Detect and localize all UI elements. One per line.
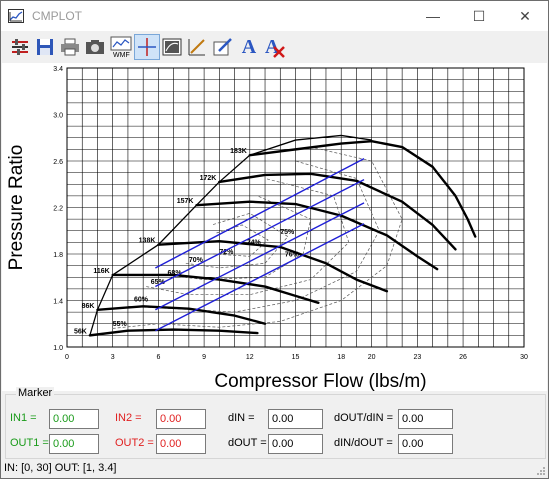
maximize-button[interactable]: ☐ (456, 1, 502, 31)
speed-line (248, 140, 477, 238)
dout-din-field[interactable] (398, 409, 453, 429)
line-draw-icon (188, 39, 205, 56)
save-icon (37, 39, 53, 55)
y-tick-label: 3.0 (53, 113, 63, 120)
y-tick-label: 2.6 (53, 159, 63, 166)
camera-button[interactable] (82, 34, 108, 60)
dout-field[interactable] (268, 434, 323, 454)
speed-line-label: 116K (93, 268, 109, 275)
y-tick-label: 1.4 (53, 299, 63, 306)
plot-area[interactable]: 0 3 6 9 12 15 18 20 23 26 30 1.0 1.4 1.8 2.2 2.6 3.0 3.4 C… (2, 63, 547, 391)
x-tick-label: 18 (337, 354, 345, 361)
y-tick-label: 1.0 (53, 345, 63, 352)
x-tick-label: 3 (111, 354, 115, 361)
close-icon: ✕ (519, 7, 531, 24)
app-icon (8, 9, 24, 23)
out2-label: OUT2 = (115, 437, 154, 449)
print-icon (61, 38, 79, 56)
din-label: dIN = (228, 412, 255, 424)
crosshair-icon (138, 38, 156, 56)
efficiency-label: 75% (280, 229, 295, 236)
speed-line-label: 157K (177, 198, 194, 205)
speed-line-label: 172K (200, 175, 217, 182)
title-bar[interactable]: CMPLOT — ☐ ✕ (1, 1, 548, 31)
marker-title: Marker (16, 387, 55, 399)
out1-label: OUT1 = (10, 437, 49, 449)
efficiency-contour (112, 146, 403, 329)
efficiency-label: 55% (113, 321, 128, 328)
wmf-export-icon: WMF (110, 36, 132, 58)
minimize-button[interactable]: — (410, 1, 456, 31)
efficiency-label: 60% (134, 297, 149, 304)
y-tick-label: 1.8 (53, 252, 63, 259)
line-draw-button[interactable] (184, 34, 210, 60)
clear-font-button[interactable]: A (261, 34, 287, 60)
wmf-export-button[interactable]: WMF (108, 34, 134, 60)
surge-line (89, 134, 372, 336)
speed-line-label: 56K (74, 328, 87, 335)
x-tick-label: 9 (202, 354, 206, 361)
map-image-icon (162, 38, 182, 56)
x-tick-label: 20 (368, 354, 376, 361)
y-tick-label: 3.4 (53, 66, 63, 73)
crosshair-button[interactable] (134, 34, 160, 60)
resize-grip-icon[interactable] (536, 466, 546, 476)
speed-line-label: 138K (139, 238, 156, 245)
edit-icon (213, 38, 232, 56)
x-tick-label: 0 (65, 354, 69, 361)
efficiency-label: 74% (247, 240, 262, 247)
close-button[interactable]: ✕ (502, 1, 548, 31)
dout-label: dOUT = (228, 437, 267, 449)
clear-font-icon: A (264, 36, 285, 58)
din-dout-field[interactable] (398, 434, 453, 454)
in2-field[interactable] (156, 409, 206, 429)
maximize-icon: ☐ (472, 7, 486, 24)
y-tick-label: 2.2 (53, 206, 63, 213)
save-button[interactable] (32, 34, 58, 60)
map-image-button[interactable] (159, 34, 185, 60)
status-text: IN: [0, 30] OUT: [1, 3.4] (4, 462, 117, 474)
status-bar: IN: [0, 30] OUT: [1, 3.4] (1, 460, 548, 478)
out1-field[interactable] (49, 434, 99, 454)
settings-button[interactable] (7, 34, 33, 60)
out2-field[interactable] (156, 434, 206, 454)
in1-label: IN1 = (10, 412, 37, 424)
font-icon: A (241, 35, 257, 58)
minimize-icon: — (426, 8, 440, 24)
delete-icon (273, 46, 285, 58)
window-title: CMPLOT (32, 9, 83, 23)
in1-field[interactable] (49, 409, 99, 429)
svg-text:WMF: WMF (113, 52, 130, 58)
dout-din-label: dOUT/dIN = (334, 412, 393, 424)
font-button[interactable]: A (236, 34, 262, 60)
din-field[interactable] (268, 409, 323, 429)
x-tick-label: 6 (156, 354, 160, 361)
speed-line-label: 86K (82, 303, 95, 310)
y-axis-label: Pressure Ratio (6, 145, 27, 271)
print-button[interactable] (57, 34, 83, 60)
x-tick-label: 12 (246, 354, 254, 361)
in2-label: IN2 = (115, 412, 142, 424)
speed-line-label: 183K (230, 148, 247, 155)
x-tick-label: 30 (520, 354, 528, 361)
toolbar: WMF A A (1, 32, 548, 62)
edit-button[interactable] (210, 34, 236, 60)
x-tick-label: 26 (459, 354, 467, 361)
x-tick-label: 15 (292, 354, 300, 361)
app-window: CMPLOT — ☐ ✕ WMF A A 0 3 6 9 12 15 18 20… (0, 0, 549, 479)
settings-icon (12, 39, 28, 55)
x-axis-label: Compressor Flow (lbs/m) (214, 371, 426, 391)
x-tick-label: 23 (413, 354, 421, 361)
marker-group: Marker IN1 = IN2 = dIN = dOUT/dIN = OUT1… (5, 387, 546, 459)
din-dout-label: dIN/dOUT = (334, 437, 393, 449)
camera-icon (86, 40, 104, 54)
compressor-map-chart[interactable]: 0 3 6 9 12 15 18 20 23 26 30 1.0 1.4 1.8 2.2 2.6 3.0 3.4 C… (2, 63, 547, 391)
